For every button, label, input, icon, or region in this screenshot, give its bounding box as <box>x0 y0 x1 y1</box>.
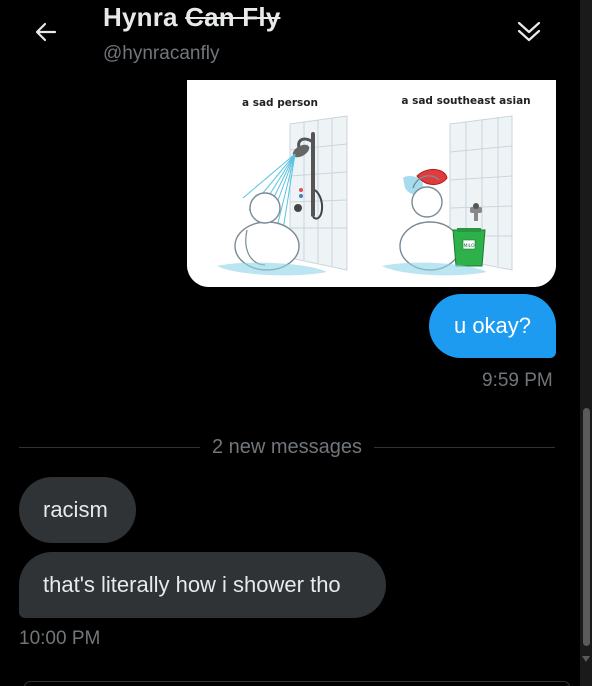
scrollbar-thumb[interactable] <box>583 408 590 646</box>
chevrons-down-icon <box>517 21 541 42</box>
scroll-down-arrow-icon[interactable] <box>582 656 590 662</box>
incoming-message-bubble[interactable]: that's literally how i shower tho <box>19 552 386 618</box>
new-messages-label: 2 new messages <box>211 435 363 458</box>
bucket-label: MILO <box>463 243 475 249</box>
meme-image: a sad person a sad southeast asian MILO <box>187 80 556 287</box>
message-composer[interactable] <box>24 681 570 686</box>
incoming-message-bubble[interactable]: racism <box>19 477 136 543</box>
dm-conversation-view: Hynra Can Fly @hynracanfly a sad person … <box>0 0 592 686</box>
outgoing-message-bubble[interactable]: u okay? <box>429 294 556 358</box>
image-attachment[interactable]: a sad person a sad southeast asian MILO <box>187 80 556 287</box>
collapse-button[interactable] <box>508 12 550 52</box>
left-panel-caption: a sad person <box>242 97 318 109</box>
incoming-timestamp: 10:00 PM <box>19 628 101 649</box>
new-messages-divider: 2 new messages <box>19 432 556 462</box>
conversation-header: Hynra Can Fly @hynracanfly <box>0 0 580 72</box>
divider-line-left <box>19 446 200 448</box>
back-button[interactable] <box>26 14 66 50</box>
contact-name[interactable]: Hynra Can Fly <box>103 2 280 33</box>
arrow-left-icon <box>35 22 57 42</box>
divider-line-right <box>374 446 556 448</box>
contact-name-first: Hynra <box>103 2 178 32</box>
contact-name-struck: Can Fly <box>185 2 281 32</box>
outgoing-timestamp: 9:59 PM <box>482 370 553 391</box>
contact-handle[interactable]: @hynracanfly <box>103 43 219 65</box>
right-panel-caption: a sad southeast asian <box>401 95 530 107</box>
